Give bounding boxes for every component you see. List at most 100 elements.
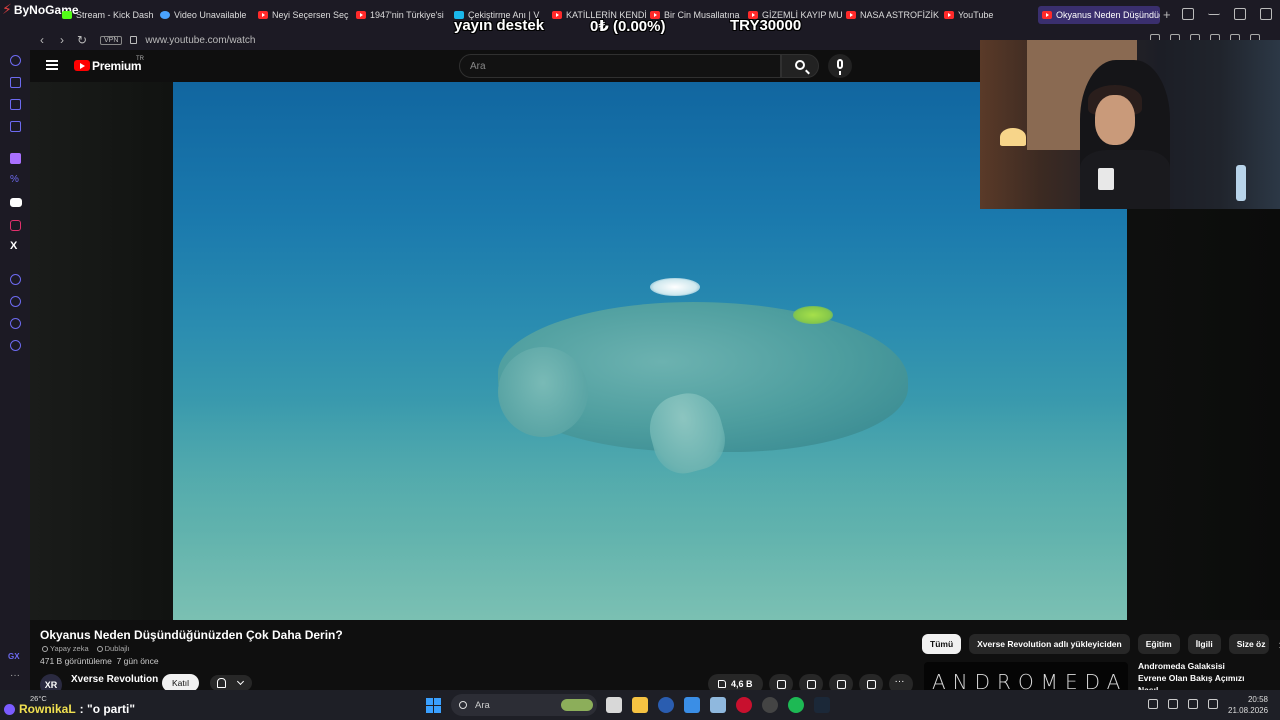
youtube-icon xyxy=(258,11,268,19)
ai-tag[interactable]: Yapay zeka xyxy=(42,644,89,653)
dubbed-icon xyxy=(96,645,103,652)
channel-name[interactable]: Xverse Revolution xyxy=(71,674,158,685)
twitch-icon[interactable] xyxy=(10,153,21,164)
search-input[interactable] xyxy=(460,55,780,77)
voice-search-button[interactable] xyxy=(828,54,852,78)
webcam-cup xyxy=(1098,168,1114,190)
webcam-bottle xyxy=(1236,165,1246,201)
chip-related[interactable]: İlgili xyxy=(1187,634,1221,654)
chat-icon[interactable] xyxy=(10,318,21,329)
chip-education[interactable]: Eğitim xyxy=(1137,634,1180,654)
maximize-icon[interactable] xyxy=(1234,8,1246,20)
shopping-icon[interactable] xyxy=(10,77,21,88)
webcam-body xyxy=(1080,150,1170,209)
youtube-icon xyxy=(552,11,562,19)
clock-date: 21.08.2026 xyxy=(1228,706,1269,715)
player-sidebar-icon[interactable] xyxy=(10,274,21,285)
settings-icon[interactable] xyxy=(10,340,21,351)
microphone-tray-icon[interactable] xyxy=(1168,699,1178,709)
overlay-label: yayın destek xyxy=(454,17,545,34)
webcam-face xyxy=(1095,95,1135,145)
search-box xyxy=(459,54,781,78)
system-tray xyxy=(1148,699,1218,709)
lock-icon[interactable] xyxy=(130,36,138,44)
spotify-icon[interactable] xyxy=(788,697,804,713)
mail-icon[interactable] xyxy=(684,697,700,713)
thumbs-up-icon xyxy=(718,680,726,688)
speed-dial-icon[interactable] xyxy=(10,55,21,66)
screen: ⚡ ByNoGame Stream - Kick Dash Video Unav… xyxy=(0,0,1280,720)
photos-icon[interactable] xyxy=(710,697,726,713)
subscribe-bell-button[interactable] xyxy=(210,675,252,691)
region-code: TR xyxy=(136,56,144,62)
chat-user-icon xyxy=(4,703,15,715)
gaming-icon[interactable] xyxy=(10,99,21,110)
windows-start-icon[interactable] xyxy=(426,698,441,713)
url-field[interactable]: www.youtube.com/watch xyxy=(145,35,255,46)
menu-icon[interactable] xyxy=(46,60,58,70)
steam-icon[interactable] xyxy=(814,697,830,713)
clock[interactable]: 20:58 21.08.2026 xyxy=(1228,694,1268,716)
minimize-icon[interactable] xyxy=(1208,8,1220,15)
task-view-icon[interactable] xyxy=(606,697,622,713)
opera-gx-icon[interactable] xyxy=(736,697,752,713)
bolt-icon: ⚡ xyxy=(2,1,12,17)
messenger-icon[interactable] xyxy=(10,121,21,132)
back-icon[interactable]: ‹ xyxy=(34,33,50,47)
chip-all[interactable]: Tümü xyxy=(922,634,962,654)
video-info: Okyanus Neden Düşündüğünüzden Çok Daha D… xyxy=(30,620,1280,696)
clock-time: 20:58 xyxy=(1247,695,1268,704)
taskbar-apps xyxy=(606,697,830,713)
taskbar-search[interactable]: Ara xyxy=(451,694,597,716)
chip-from-uploader[interactable]: Xverse Revolution adlı yükleyiciden xyxy=(969,634,1130,654)
ai-icon xyxy=(42,645,48,652)
chat-text: : "o parti" xyxy=(79,702,136,716)
gx-icon xyxy=(160,11,170,19)
percent-icon[interactable]: % xyxy=(10,174,19,185)
history-icon[interactable] xyxy=(10,296,21,307)
tab-youtube-2[interactable]: 1947'nin Türkiye'si xyxy=(352,6,450,24)
tab-kick-dashboard[interactable]: Stream - Kick Dash xyxy=(58,6,156,24)
recommendation-chips: Tümü Xverse Revolution adlı yükleyiciden… xyxy=(922,634,1280,654)
youtube-premium-logo[interactable]: Premium xyxy=(92,59,142,73)
volume-icon[interactable] xyxy=(1208,699,1218,709)
chip-for-you[interactable]: Size öz xyxy=(1228,634,1269,654)
gx-corner-icon[interactable]: GX xyxy=(8,652,20,661)
kick-icon xyxy=(62,11,72,19)
forward-icon[interactable]: › xyxy=(54,33,70,47)
chat-username: RownikaL xyxy=(19,702,76,716)
dubbed-tag[interactable]: Dublajlı xyxy=(96,644,130,653)
youtube-logo-icon[interactable] xyxy=(74,60,90,71)
obs-icon[interactable] xyxy=(762,697,778,713)
windows-taskbar: 26°C RownikaL : "o parti" Ara 20:58 21.0… xyxy=(0,690,1280,720)
close-icon[interactable] xyxy=(1260,8,1272,20)
reload-icon[interactable]: ↻ xyxy=(74,33,90,47)
app-store-icon[interactable] xyxy=(658,697,674,713)
view-count: 471 B görüntüleme 7 gün önce xyxy=(40,656,159,666)
tab-youtube-6[interactable]: NASA ASTROFİZİK xyxy=(842,6,940,24)
streamer-webcam xyxy=(980,40,1280,209)
dugong-head xyxy=(498,347,588,437)
instagram-icon[interactable] xyxy=(10,220,21,231)
tab-youtube-1[interactable]: Neyi Seçersen Seç xyxy=(254,6,352,24)
search-button[interactable] xyxy=(781,54,819,78)
youtube-header: Premium TR xyxy=(30,50,980,82)
tab-active-video[interactable]: Okyanus Neden Düşündüğ xyxy=(1038,6,1160,24)
window-controls xyxy=(1182,8,1272,20)
x-icon[interactable]: X xyxy=(10,240,17,252)
tab-youtube-home[interactable]: YouTube xyxy=(940,6,1038,24)
file-explorer-icon[interactable] xyxy=(632,697,648,713)
search-tabs-icon[interactable] xyxy=(1182,8,1194,20)
microphone-icon xyxy=(837,59,843,75)
tab-video-unavailable[interactable]: Video Unavailable xyxy=(156,6,254,24)
video-title: Okyanus Neden Düşündüğünüzden Çok Daha D… xyxy=(40,628,343,642)
youtube-icon xyxy=(356,11,366,19)
new-tab-button[interactable]: + xyxy=(1163,7,1171,22)
network-icon[interactable] xyxy=(1188,699,1198,709)
chevron-up-icon[interactable] xyxy=(1148,699,1158,709)
discord-icon[interactable] xyxy=(10,198,22,207)
vpn-badge[interactable]: VPN xyxy=(100,35,123,45)
search-highlight-icon xyxy=(561,699,593,711)
youtube-icon xyxy=(944,11,954,19)
more-icon[interactable]: ··· xyxy=(10,670,20,681)
